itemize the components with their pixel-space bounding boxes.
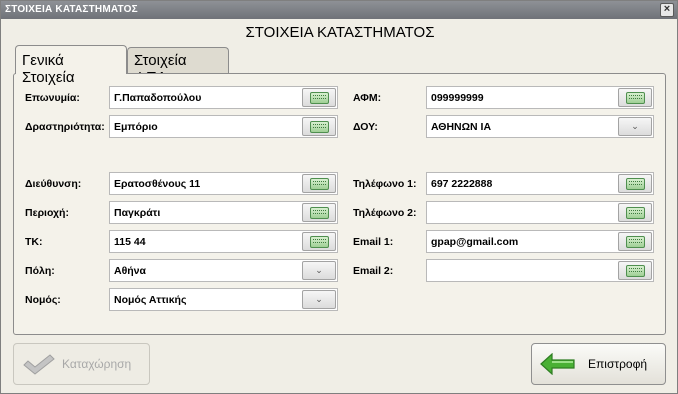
chevron-down-icon: ⌄ xyxy=(315,294,323,304)
save-button-label: Καταχώρηση xyxy=(62,357,132,371)
doy-select[interactable]: ΑΘΗΝΩΝ ΙΑ ⌄ xyxy=(426,115,654,138)
afm-value: 099999999 xyxy=(431,92,484,104)
poli-dropdown-button[interactable]: ⌄ xyxy=(302,261,336,280)
tel1-label: Τηλέφωνο 1: xyxy=(353,178,417,190)
back-button[interactable]: Επιστροφή xyxy=(531,343,666,385)
eponymia-keyboard-button[interactable] xyxy=(302,88,336,107)
tk-label: ΤΚ: xyxy=(25,236,43,248)
afm-label: ΑΦΜ: xyxy=(353,92,382,104)
perioxi-keyboard-button[interactable] xyxy=(302,203,336,222)
keyboard-icon xyxy=(626,207,645,219)
dieuthinsi-keyboard-button[interactable] xyxy=(302,174,336,193)
eponymia-value: Γ.Παπαδοπούλου xyxy=(114,92,202,104)
keyboard-icon xyxy=(310,121,329,133)
tel2-label: Τηλέφωνο 2: xyxy=(353,207,417,219)
email2-keyboard-button[interactable] xyxy=(618,261,652,280)
dieuthinsi-label: Διεύθυνση: xyxy=(25,178,82,190)
tab-general-details[interactable]: Γενικά Στοιχεία xyxy=(15,45,127,86)
chevron-down-icon: ⌄ xyxy=(631,121,639,131)
tel2-keyboard-button[interactable] xyxy=(618,203,652,222)
keyboard-icon xyxy=(310,236,329,248)
back-button-label: Επιστροφή xyxy=(588,357,648,371)
eponymia-field[interactable]: Γ.Παπαδοπούλου xyxy=(109,86,338,109)
poli-value: Αθήνα xyxy=(114,265,146,277)
poli-label: Πόλη: xyxy=(25,265,55,277)
tk-value: 115 44 xyxy=(114,236,146,248)
tab-vat-details[interactable]: Στοιχεία ΦΠΑ xyxy=(127,47,229,86)
dieuthinsi-field[interactable]: Ερατοσθένους 11 xyxy=(109,172,338,195)
doy-value: ΑΘΗΝΩΝ ΙΑ xyxy=(431,121,492,133)
chevron-down-icon: ⌄ xyxy=(315,265,323,275)
drastiriotita-keyboard-button[interactable] xyxy=(302,117,336,136)
arrow-left-icon xyxy=(540,353,575,375)
tk-keyboard-button[interactable] xyxy=(302,232,336,251)
page-title: ΣΤΟΙΧΕΙΑ ΚΑΤΑΣΤΗΜΑΤΟΣ xyxy=(245,24,435,41)
drastiriotita-value: Εμπόριο xyxy=(114,121,158,133)
checkmark-icon xyxy=(23,354,55,375)
tel1-value: 697 2222888 xyxy=(431,178,493,190)
afm-keyboard-button[interactable] xyxy=(618,88,652,107)
nomos-label: Νομός: xyxy=(25,294,61,306)
window-title: ΣΤΟΙΧΕΙΑ ΚΑΤΑΣΤΗΜΑΤΟΣ xyxy=(5,4,138,15)
keyboard-icon xyxy=(310,207,329,219)
nomos-value: Νομός Αττικής xyxy=(114,294,187,306)
tel1-keyboard-button[interactable] xyxy=(618,174,652,193)
nomos-select[interactable]: Νομός Αττικής ⌄ xyxy=(109,288,338,311)
eponymia-label: Επωνυμία: xyxy=(25,92,80,104)
close-button[interactable]: × xyxy=(660,3,674,17)
email1-value: gpap@gmail.com xyxy=(431,236,519,248)
keyboard-icon xyxy=(626,178,645,190)
title-bar: ΣΤΟΙΧΕΙΑ ΚΑΤΑΣΤΗΜΑΤΟΣ × xyxy=(1,1,677,19)
perioxi-value: Παγκράτι xyxy=(114,207,161,219)
doy-dropdown-button[interactable]: ⌄ xyxy=(618,117,652,136)
save-button[interactable]: Καταχώρηση xyxy=(13,343,150,385)
doy-label: ΔΟΥ: xyxy=(353,121,378,133)
keyboard-icon xyxy=(626,92,645,104)
store-details-window: ΣΤΟΙΧΕΙΑ ΚΑΤΑΣΤΗΜΑΤΟΣ × ΣΤΟΙΧΕΙΑ ΚΑΤΑΣΤΗ… xyxy=(0,0,678,394)
perioxi-field[interactable]: Παγκράτι xyxy=(109,201,338,224)
drastiriotita-field[interactable]: Εμπόριο xyxy=(109,115,338,138)
email2-field[interactable] xyxy=(426,259,654,282)
tk-field[interactable]: 115 44 xyxy=(109,230,338,253)
keyboard-icon xyxy=(626,236,645,248)
keyboard-icon xyxy=(310,178,329,190)
email1-keyboard-button[interactable] xyxy=(618,232,652,251)
poli-select[interactable]: Αθήνα ⌄ xyxy=(109,259,338,282)
email2-label: Email 2: xyxy=(353,265,394,277)
email1-field[interactable]: gpap@gmail.com xyxy=(426,230,654,253)
afm-field[interactable]: 099999999 xyxy=(426,86,654,109)
drastiriotita-label: Δραστηριότητα: xyxy=(25,121,105,133)
tel1-field[interactable]: 697 2222888 xyxy=(426,172,654,195)
email1-label: Email 1: xyxy=(353,236,394,248)
close-icon: × xyxy=(663,3,671,15)
nomos-dropdown-button[interactable]: ⌄ xyxy=(302,290,336,309)
keyboard-icon xyxy=(626,265,645,277)
keyboard-icon xyxy=(310,92,329,104)
dieuthinsi-value: Ερατοσθένους 11 xyxy=(114,178,201,190)
perioxi-label: Περιοχή: xyxy=(25,207,69,219)
tel2-field[interactable] xyxy=(426,201,654,224)
